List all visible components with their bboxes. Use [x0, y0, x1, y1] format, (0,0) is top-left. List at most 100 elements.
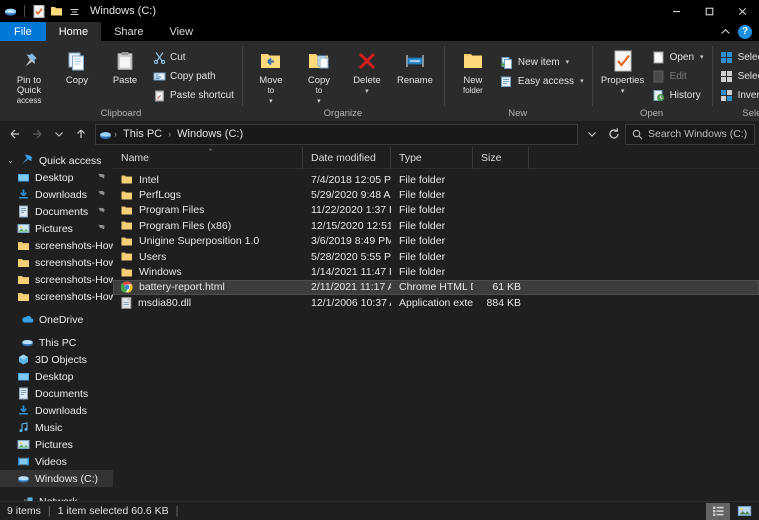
minimize-button[interactable]	[660, 0, 693, 22]
tab-file[interactable]: File	[0, 22, 46, 41]
sidebar-item-desktop[interactable]: Desktop	[0, 169, 113, 186]
sidebar-item-onedrive[interactable]: OneDrive	[0, 311, 113, 328]
table-row[interactable]: Unigine Superposition 1.0 3/6/2019 8:49 …	[113, 234, 759, 249]
file-list-pane: ⌃ Name Date modified Type Size Intel	[113, 147, 759, 501]
edit-button[interactable]: Edit	[649, 68, 707, 84]
new-item-button[interactable]: New item ▾	[497, 54, 587, 70]
select-none-button[interactable]: Select none	[717, 68, 759, 84]
paste-button[interactable]: Paste	[101, 44, 149, 86]
table-row[interactable]: Users 5/28/2020 5:55 PM File folder	[113, 249, 759, 264]
star-pin-icon	[20, 154, 34, 168]
previous-locations-button[interactable]	[581, 123, 603, 145]
help-button[interactable]: ?	[738, 25, 752, 39]
search-input[interactable]: Search Windows (C:)	[648, 128, 747, 140]
cut-button[interactable]: Cut	[149, 49, 237, 65]
sidebar-item-pictures[interactable]: Pictures	[0, 220, 113, 237]
delete-caret-icon[interactable]: ▾	[365, 88, 369, 95]
move-to-button[interactable]: Moveto ▾	[247, 44, 295, 105]
column-header-name[interactable]: ⌃ Name	[113, 147, 303, 169]
sidebar-item-screenshots-4[interactable]: screenshots-How-to	[0, 288, 113, 305]
properties-icon[interactable]	[32, 5, 45, 18]
table-row[interactable]: Intel 7/4/2018 12:05 PM File folder	[113, 172, 759, 187]
back-button[interactable]	[4, 123, 26, 145]
recent-locations-button[interactable]	[48, 123, 70, 145]
close-button[interactable]	[726, 0, 759, 22]
sort-ascending-icon: ⌃	[208, 148, 214, 156]
search-box[interactable]: Search Windows (C:)	[625, 124, 755, 145]
table-row[interactable]: Program Files 11/22/2020 1:37 PM File fo…	[113, 203, 759, 218]
column-header-type[interactable]: Type	[391, 147, 473, 169]
copy-button[interactable]: Copy	[53, 44, 101, 86]
new-folder-button[interactable]: Newfolder	[449, 44, 497, 96]
easy-access-button[interactable]: Easy access ▾	[497, 73, 587, 89]
sidebar-item-downloads[interactable]: Downloads	[0, 186, 113, 203]
tab-home[interactable]: Home	[46, 22, 101, 41]
details-view-button[interactable]	[706, 503, 730, 520]
copy-to-button[interactable]: Copyto ▾	[295, 44, 343, 105]
sidebar-item-desktop-pc[interactable]: Desktop	[0, 368, 113, 385]
large-icons-view-button[interactable]	[732, 503, 756, 520]
refresh-button[interactable]	[603, 123, 625, 145]
sidebar-item-videos[interactable]: Videos	[0, 453, 113, 470]
sidebar-label: screenshots-How-to	[35, 291, 113, 303]
ribbon-tabs: File Home Share View ?	[0, 22, 759, 41]
new-item-caret-icon[interactable]: ▾	[566, 58, 570, 66]
3dobjects-icon	[16, 353, 30, 367]
table-row[interactable]: Windows 1/14/2021 11:47 PM File folder	[113, 264, 759, 279]
sidebar-item-screenshots-1[interactable]: screenshots-How-to	[0, 237, 113, 254]
column-header-size[interactable]: Size	[473, 147, 529, 169]
move-to-caret-icon[interactable]: ▾	[269, 98, 273, 105]
sidebar-item-documents-pc[interactable]: Documents	[0, 385, 113, 402]
sidebar-item-network[interactable]: Network	[0, 493, 113, 501]
twisty-icon[interactable]: ⌄	[6, 156, 15, 165]
sidebar-item-documents[interactable]: Documents	[0, 203, 113, 220]
maximize-button[interactable]	[693, 0, 726, 22]
tab-share[interactable]: Share	[101, 22, 156, 41]
sidebar-item-windows-c[interactable]: Windows (C:)	[0, 470, 113, 487]
forward-button[interactable]	[26, 123, 48, 145]
select-all-button[interactable]: Select all	[717, 49, 759, 65]
pin-icon[interactable]	[97, 207, 106, 216]
breadcrumb-this-pc[interactable]: This PC	[119, 128, 166, 140]
column-header-date-modified[interactable]: Date modified	[303, 147, 391, 169]
table-row[interactable]: PerfLogs 5/29/2020 9:48 AM File folder	[113, 187, 759, 202]
tab-view[interactable]: View	[156, 22, 206, 41]
file-type: Application extens...	[391, 297, 473, 309]
table-row[interactable]: battery-report.html 2/11/2021 11:17 A.. …	[113, 280, 759, 295]
sidebar-item-screenshots-3[interactable]: screenshots-How-to	[0, 271, 113, 288]
rename-button[interactable]: Rename	[391, 44, 439, 86]
new-folder-icon[interactable]	[50, 5, 63, 18]
sidebar-item-screenshots-2[interactable]: screenshots-How-to	[0, 254, 113, 271]
open-button[interactable]: Open ▾	[649, 49, 707, 65]
pin-icon[interactable]	[97, 173, 106, 182]
drive-icon[interactable]	[4, 5, 17, 18]
easy-access-caret-icon[interactable]: ▾	[580, 77, 584, 85]
open-caret-icon[interactable]: ▾	[700, 53, 704, 61]
pin-to-quick-access-button[interactable]: Pin to Quickaccess	[5, 44, 53, 106]
breadcrumb-windows-c[interactable]: Windows (C:)	[173, 128, 247, 140]
copy-path-button[interactable]: Copy path	[149, 68, 237, 84]
customize-qat-icon[interactable]	[68, 5, 81, 18]
properties-button[interactable]: Properties ▾	[597, 44, 649, 95]
collapse-ribbon-icon[interactable]	[720, 28, 731, 36]
sidebar-item-pictures-pc[interactable]: Pictures	[0, 436, 113, 453]
sidebar-item-this-pc[interactable]: This PC	[0, 334, 113, 351]
up-button[interactable]	[70, 123, 92, 145]
sidebar-item-quick-access[interactable]: ⌄ Quick access	[0, 152, 113, 169]
dll-icon	[121, 297, 132, 309]
invert-selection-button[interactable]: Invert selection	[717, 87, 759, 103]
file-name-cell: Intel	[113, 174, 303, 186]
history-button[interactable]: History	[649, 87, 707, 103]
sidebar-item-downloads-pc[interactable]: Downloads	[0, 402, 113, 419]
sidebar-item-music[interactable]: Music	[0, 419, 113, 436]
delete-button[interactable]: Delete ▾	[343, 44, 391, 95]
properties-caret-icon[interactable]: ▾	[621, 88, 625, 95]
copy-to-caret-icon[interactable]: ▾	[317, 98, 321, 105]
address-bar[interactable]: › This PC › Windows (C:)	[95, 124, 578, 145]
pin-icon[interactable]	[97, 224, 106, 233]
pin-icon[interactable]	[97, 190, 106, 199]
table-row[interactable]: msdia80.dll 12/1/2006 10:37 A.. Applicat…	[113, 295, 759, 310]
paste-shortcut-button[interactable]: Paste shortcut	[149, 87, 237, 103]
sidebar-item-3d-objects[interactable]: 3D Objects	[0, 351, 113, 368]
table-row[interactable]: Program Files (x86) 12/15/2020 12:51 .. …	[113, 218, 759, 233]
